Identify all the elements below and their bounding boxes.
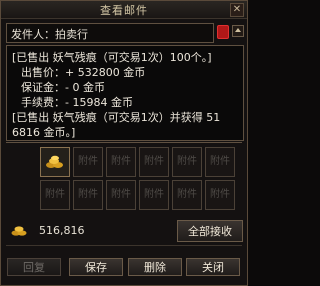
sender-text: 发件人：拍卖行 — [11, 28, 88, 41]
attachment-slot[interactable]: 附件 — [73, 147, 103, 177]
body-line: 保证金：- 0 金币 — [21, 81, 105, 94]
divider — [6, 245, 242, 246]
gold-icon — [11, 226, 27, 236]
attachment-slot[interactable]: 附件 — [139, 147, 169, 177]
delete-button[interactable]: 删除 — [128, 258, 182, 276]
reply-button[interactable]: 回复 — [7, 258, 61, 276]
body-line: 6816 金币。] — [12, 126, 76, 139]
window-title: 查看邮件 — [100, 4, 148, 17]
body-line: 手续费：- 15984 金币 — [21, 96, 133, 109]
attachment-slot-gold[interactable] — [40, 147, 70, 177]
mail-window: 查看邮件 ✕ 发件人：拍卖行 [已售出 妖气残痕（可交易1次）100个。] 出售… — [0, 0, 248, 286]
gold-coins-icon — [46, 155, 63, 168]
receive-all-button[interactable]: 全部接收 — [177, 220, 243, 242]
attachment-slot[interactable]: 附件 — [205, 180, 235, 210]
body-line: [已售出 妖气残痕（可交易1次）并获得 51 — [12, 111, 221, 124]
attachment-slot[interactable]: 附件 — [73, 180, 103, 210]
close-button[interactable]: 关闭 — [186, 258, 240, 276]
body-line: 出售价：+ 532800 金币 — [21, 66, 146, 79]
attachment-slot[interactable]: 附件 — [106, 180, 136, 210]
divider — [6, 142, 242, 143]
sender-field: 发件人：拍卖行 — [6, 23, 214, 43]
attachment-slot[interactable]: 附件 — [172, 147, 202, 177]
title-bar[interactable]: 查看邮件 ✕ — [1, 1, 247, 19]
attachment-slot[interactable]: 附件 — [106, 147, 136, 177]
money-amount: 516,816 — [39, 224, 85, 237]
mail-body: [已售出 妖气残痕（可交易1次）100个。] 出售价：+ 532800 金币 保… — [6, 45, 244, 141]
body-line: [已售出 妖气残痕（可交易1次）100个。] — [12, 51, 212, 64]
attachment-slot[interactable]: 附件 — [40, 180, 70, 210]
close-icon[interactable]: ✕ — [230, 3, 244, 17]
attachment-slot[interactable]: 附件 — [205, 147, 235, 177]
seal-icon — [217, 25, 229, 39]
save-button[interactable]: 保存 — [69, 258, 123, 276]
attachment-slot[interactable]: 附件 — [139, 180, 169, 210]
attachment-slot[interactable]: 附件 — [172, 180, 202, 210]
scroll-up-icon[interactable] — [232, 25, 244, 37]
